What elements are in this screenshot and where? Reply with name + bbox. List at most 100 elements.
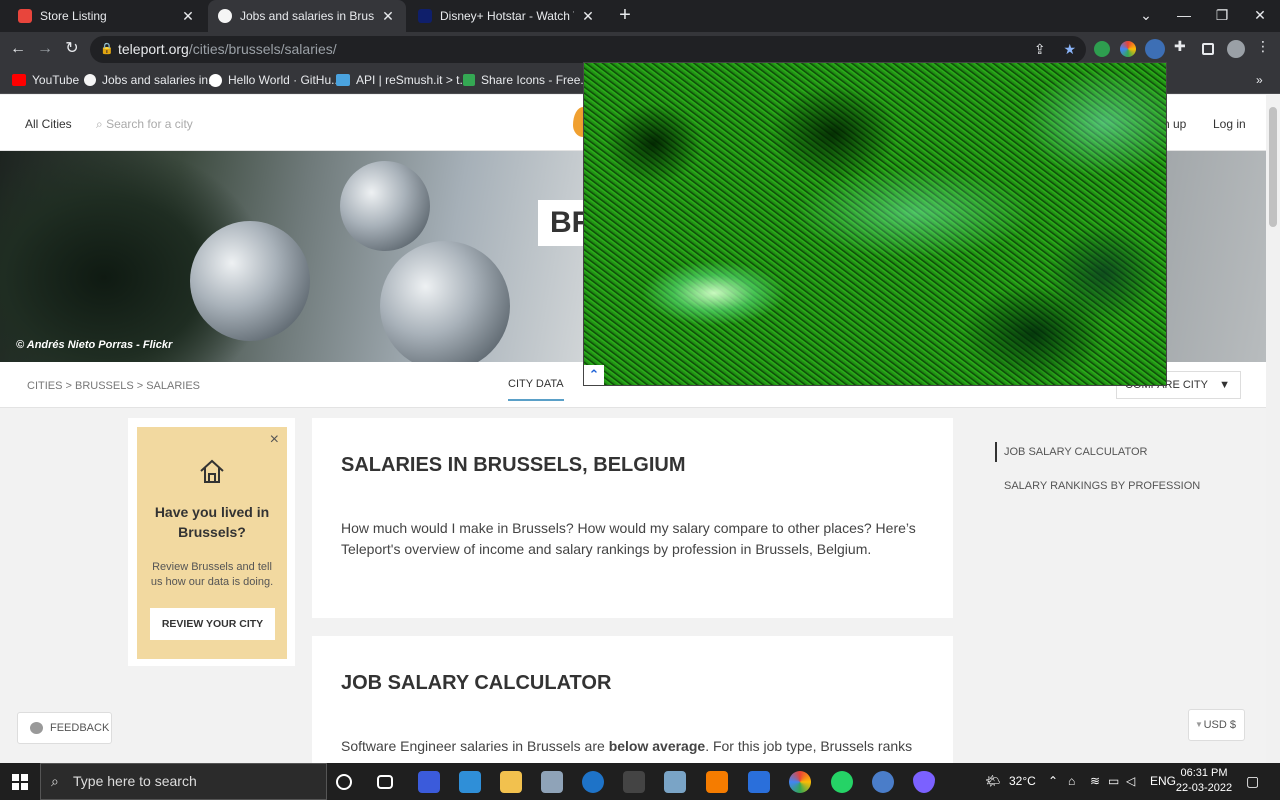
clock[interactable]: 06:31 PM 22-03-2022 — [1172, 766, 1236, 796]
fluid-simulation-overlay[interactable]: ⌃ — [583, 62, 1167, 386]
share-icon[interactable]: ⇪ — [1034, 41, 1046, 57]
promo-text: Review Brussels and tell us how our data… — [150, 561, 274, 588]
tab-title: Store Listing — [40, 9, 107, 23]
section-title: JOB SALARY CALCULATOR — [341, 672, 612, 694]
menu-kebab-icon[interactable]: ⋮ — [1256, 38, 1272, 54]
tab-jobs-salaries[interactable]: Jobs and salaries in Brussels, Belg ✕ — [208, 0, 406, 32]
review-promo: × Have you lived in Brussels? Review Bru… — [128, 418, 295, 666]
teleport-icon — [84, 74, 96, 86]
date: 22-03-2022 — [1175, 782, 1233, 794]
temperature[interactable]: 32°C — [1009, 763, 1036, 800]
visual-studio-icon[interactable] — [418, 771, 440, 793]
nav-salary-rankings[interactable]: SALARY RANKINGS BY PROFESSION — [1004, 476, 1204, 496]
whatsapp-icon[interactable] — [831, 771, 853, 793]
section-text: Software Engineer salaries in Brussels a… — [341, 736, 926, 757]
app-icon[interactable] — [913, 771, 935, 793]
file-explorer-icon[interactable] — [500, 771, 522, 793]
nav-job-salary-calculator[interactable]: JOB SALARY CALCULATOR — [995, 442, 1195, 462]
search-icon: ⌕ — [51, 773, 59, 789]
feedback-button[interactable]: FEEDBACK — [17, 712, 112, 744]
scrollbar-thumb[interactable] — [1269, 107, 1277, 227]
restore-button[interactable]: ❐ — [1202, 0, 1242, 32]
tab-hotstar[interactable]: Disney+ Hotstar - Watch TV Shov ✕ — [408, 0, 606, 32]
store-favicon-icon — [18, 9, 32, 23]
extension-color-icon[interactable] — [1120, 41, 1136, 57]
app-icon[interactable] — [623, 771, 645, 793]
address-bar[interactable]: 🔒 teleport.org/cities/brussels/salaries/… — [90, 36, 1086, 63]
page-scrollbar[interactable] — [1266, 95, 1280, 763]
close-icon[interactable]: ✕ — [180, 8, 196, 25]
bookmark-label: API | reSmush.it > t... — [356, 73, 470, 87]
review-your-city-button[interactable]: REVIEW YOUR CITY — [150, 608, 275, 640]
caret-icon: ▼ — [1195, 720, 1203, 729]
close-icon[interactable]: ✕ — [380, 8, 396, 25]
volume-icon[interactable]: ◁ — [1126, 763, 1135, 800]
review-promo-card: × Have you lived in Brussels? Review Bru… — [137, 427, 287, 659]
breadcrumb[interactable]: CITIES > BRUSSELS > SALARIES — [27, 380, 200, 392]
all-cities-link[interactable]: All Cities — [25, 117, 72, 131]
bookmark-youtube[interactable]: YouTube — [12, 70, 79, 90]
close-icon[interactable]: × — [270, 431, 279, 449]
city-search-input[interactable]: ⌕ Search for a city — [96, 117, 193, 132]
bookmark-share-icons[interactable]: Share Icons - Free... — [463, 70, 590, 90]
text-part: . For this job type, Brussels ranks — [705, 738, 913, 754]
extensions-puzzle-icon[interactable]: ✚ — [1174, 38, 1190, 54]
app-icon[interactable] — [664, 771, 686, 793]
notifications-icon[interactable]: ▢ — [1246, 763, 1259, 800]
photo-credit[interactable]: © Andrés Nieto Porras - Flickr — [16, 339, 172, 351]
chrome-icon[interactable] — [789, 771, 811, 793]
resmush-icon — [336, 74, 350, 86]
share-icons-icon — [463, 74, 475, 86]
taskbar-search-input[interactable]: ⌕ Type here to search — [40, 763, 327, 800]
store-icon[interactable] — [459, 771, 481, 793]
wifi-icon[interactable]: ≋ — [1090, 763, 1100, 800]
tab-search-chevron-icon[interactable]: ⌄ — [1126, 0, 1166, 32]
back-button[interactable]: ← — [5, 36, 31, 62]
forward-button[interactable]: → — [32, 36, 58, 62]
app-icon[interactable] — [541, 771, 563, 793]
tab-store-listing[interactable]: Store Listing ✕ — [8, 0, 206, 32]
browser-toolbar: ← → ↻ 🔒 teleport.org/cities/brussels/sal… — [0, 32, 1280, 66]
atomium-sphere — [380, 241, 510, 362]
extension-active-icon[interactable] — [1145, 39, 1165, 59]
weather-icon[interactable]: 🌤 — [985, 763, 1000, 800]
reload-button[interactable]: ↻ — [59, 36, 85, 62]
close-window-button[interactable]: ✕ — [1240, 0, 1280, 32]
tab-title: Disney+ Hotstar - Watch TV Shov — [440, 9, 574, 23]
browser-app-icon[interactable] — [582, 771, 604, 793]
battery-icon[interactable]: ▭ — [1108, 763, 1119, 800]
close-icon[interactable]: ✕ — [580, 8, 596, 25]
bookmark-github[interactable]: Hello World · GitHu... — [209, 70, 341, 90]
bookmark-star-icon[interactable]: ★ — [1063, 41, 1076, 57]
security-icon[interactable] — [748, 771, 770, 793]
side-panel-icon[interactable] — [1202, 43, 1214, 55]
salaries-intro-card: SALARIES IN BRUSSELS, BELGIUM How much w… — [312, 418, 953, 618]
bookmarks-more-button[interactable]: » — [1256, 70, 1263, 90]
currency-selector[interactable]: ▼ USD $ — [1188, 709, 1245, 741]
chevron-up-icon[interactable]: ⌃ — [584, 365, 604, 385]
url-path: /cities/brussels/salaries/ — [188, 41, 337, 57]
tab-title: Jobs and salaries in Brussels, Belg — [240, 9, 374, 23]
bookmark-resmush[interactable]: API | reSmush.it > t... — [336, 70, 470, 90]
qbittorrent-icon[interactable] — [872, 771, 894, 793]
bookmark-label: Hello World · GitHu... — [228, 73, 342, 87]
sublime-text-icon[interactable] — [706, 771, 728, 793]
bookmark-label: Jobs and salaries in... — [102, 73, 219, 87]
task-view-icon[interactable] — [377, 775, 393, 789]
tab-city-data[interactable]: CITY DATA — [508, 378, 564, 401]
windows-start-icon[interactable] — [12, 774, 28, 790]
promo-heading: Have you lived in Brussels? — [154, 504, 270, 540]
minimize-button[interactable]: — — [1164, 0, 1204, 32]
log-in-link[interactable]: Log in — [1213, 117, 1246, 131]
text-bold: below average — [608, 738, 706, 754]
new-tab-button[interactable]: + — [614, 4, 636, 26]
atomium-sphere — [340, 161, 430, 251]
windows-taskbar: ⌕ Type here to search 🌤 32°C ⌃ ⌂ ≋ ▭ ◁ E… — [0, 763, 1280, 800]
bookmark-jobs[interactable]: Jobs and salaries in... — [84, 70, 218, 90]
house-icon — [200, 459, 224, 483]
chevron-up-icon[interactable]: ⌃ — [1048, 763, 1058, 800]
network-icon[interactable]: ⌂ — [1068, 763, 1075, 800]
extension-shield-icon[interactable] — [1094, 41, 1110, 57]
profile-avatar[interactable] — [1227, 40, 1245, 58]
cortana-icon[interactable] — [336, 774, 352, 790]
